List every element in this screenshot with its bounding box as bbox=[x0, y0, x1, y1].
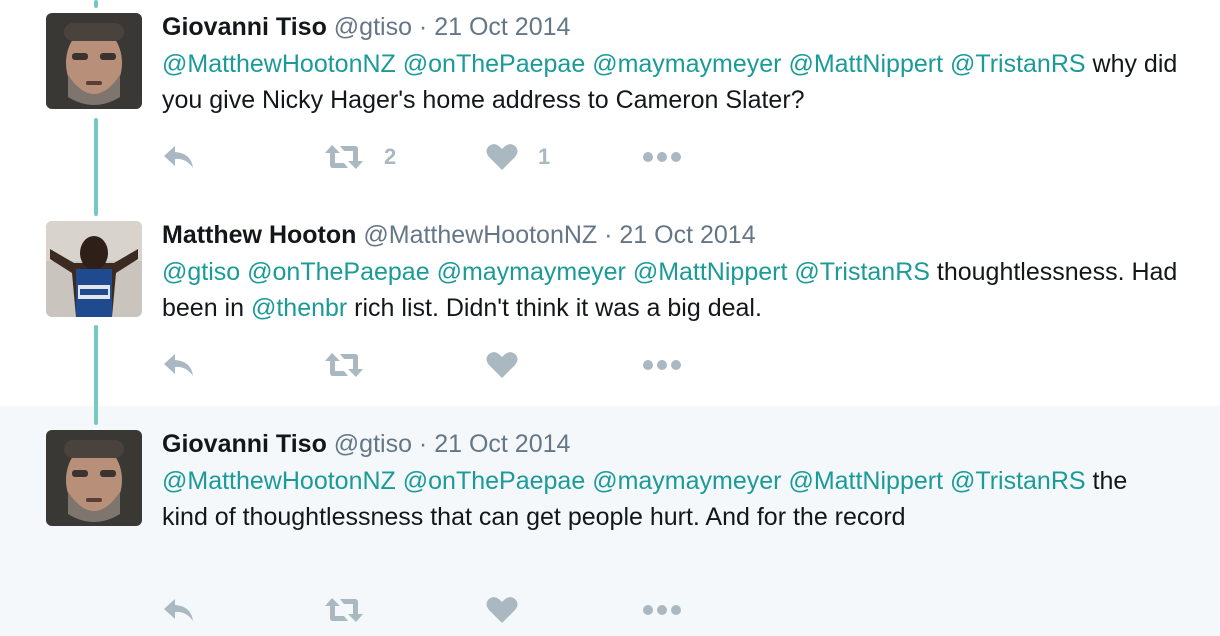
more-button[interactable] bbox=[642, 358, 682, 372]
user-handle[interactable]: @gtiso bbox=[334, 13, 412, 41]
avatar[interactable] bbox=[46, 430, 142, 526]
retweet-count: 2 bbox=[384, 144, 397, 169]
like-button[interactable]: 1 bbox=[486, 143, 642, 171]
conversation-thread: Giovanni Tiso @gtiso · 21 Oct 2014 @Matt… bbox=[0, 0, 1220, 636]
tweet-content: Giovanni Tiso @gtiso · 21 Oct 2014 @Matt… bbox=[162, 10, 1180, 118]
tweet-text-segment bbox=[943, 467, 950, 495]
mention-link[interactable]: @MattNippert bbox=[788, 50, 943, 78]
more-icon bbox=[642, 603, 682, 617]
tweet-actions bbox=[162, 593, 682, 627]
reply-button[interactable] bbox=[162, 351, 324, 379]
reply-button[interactable] bbox=[162, 596, 324, 624]
mention-link[interactable]: @TristanRS bbox=[950, 50, 1086, 78]
heart-icon bbox=[486, 351, 518, 379]
tweet-date[interactable]: 21 Oct 2014 bbox=[619, 221, 755, 249]
heart-icon bbox=[486, 143, 518, 171]
reply-button[interactable] bbox=[162, 143, 324, 171]
user-handle[interactable]: @MatthewHootonNZ bbox=[363, 221, 597, 249]
separator: · bbox=[411, 13, 435, 41]
tweet-text-segment bbox=[626, 258, 633, 286]
mention-link[interactable]: @thenbr bbox=[251, 294, 347, 322]
mention-link[interactable]: @onThePaepae bbox=[247, 258, 429, 286]
user-handle[interactable]: @gtiso bbox=[334, 430, 412, 458]
separator: · bbox=[597, 221, 620, 249]
thread-connector bbox=[94, 0, 98, 8]
separator: · bbox=[411, 430, 435, 458]
mention-link[interactable]: @maymaymeyer bbox=[592, 467, 781, 495]
tweet-text-segment bbox=[396, 467, 403, 495]
mention-link[interactable]: @onThePaepae bbox=[403, 467, 585, 495]
tweet-actions: 2 1 bbox=[162, 140, 682, 174]
tweet-header: Giovanni Tiso @gtiso · 21 Oct 2014 bbox=[162, 10, 1180, 44]
mention-link[interactable]: @gtiso bbox=[162, 258, 240, 286]
mention-link[interactable]: @TristanRS bbox=[950, 467, 1086, 495]
tweet-header: Matthew Hooton @MatthewHootonNZ · 21 Oct… bbox=[162, 218, 1180, 252]
tweet-actions bbox=[162, 348, 682, 382]
tweet-date[interactable]: 21 Oct 2014 bbox=[434, 430, 570, 458]
retweet-button[interactable] bbox=[324, 596, 486, 624]
tweet-text-segment bbox=[430, 258, 437, 286]
mention-link[interactable]: @MatthewHootonNZ bbox=[162, 467, 396, 495]
more-icon bbox=[642, 358, 682, 372]
retweet-icon bbox=[324, 596, 364, 624]
avatar[interactable] bbox=[46, 13, 142, 109]
tweet-content: Matthew Hooton @MatthewHootonNZ · 21 Oct… bbox=[162, 218, 1180, 326]
mention-link[interactable]: @onThePaepae bbox=[403, 50, 585, 78]
tweet-text: @MatthewHootonNZ @onThePaepae @maymaymey… bbox=[162, 463, 1180, 535]
more-button[interactable] bbox=[642, 603, 682, 617]
retweet-icon bbox=[324, 143, 364, 171]
user-name[interactable]: Matthew Hooton bbox=[162, 221, 356, 249]
tweet-content: Giovanni Tiso @gtiso · 21 Oct 2014 @Matt… bbox=[162, 427, 1180, 535]
tweet-date[interactable]: 21 Oct 2014 bbox=[434, 13, 570, 41]
retweet-button[interactable] bbox=[324, 351, 486, 379]
mention-link[interactable]: @maymaymeyer bbox=[592, 50, 781, 78]
like-count: 1 bbox=[538, 144, 551, 169]
tweet[interactable]: Giovanni Tiso @gtiso · 21 Oct 2014 @Matt… bbox=[0, 406, 1220, 636]
tweet-text: @gtiso @onThePaepae @maymaymeyer @MattNi… bbox=[162, 254, 1180, 326]
mention-link[interactable]: @TristanRS bbox=[794, 258, 930, 286]
like-button[interactable] bbox=[486, 351, 642, 379]
tweet-header: Giovanni Tiso @gtiso · 21 Oct 2014 bbox=[162, 427, 1180, 461]
retweet-button[interactable]: 2 bbox=[324, 143, 486, 171]
more-button[interactable] bbox=[642, 150, 682, 164]
mention-link[interactable]: @maymaymeyer bbox=[437, 258, 626, 286]
tweet[interactable]: Matthew Hooton @MatthewHootonNZ · 21 Oct… bbox=[0, 206, 1220, 406]
mention-link[interactable]: @MattNippert bbox=[633, 258, 788, 286]
more-icon bbox=[642, 150, 682, 164]
tweet-text-segment bbox=[943, 50, 950, 78]
reply-icon bbox=[162, 351, 196, 379]
tweet[interactable]: Giovanni Tiso @gtiso · 21 Oct 2014 @Matt… bbox=[0, 0, 1220, 206]
tweet-text-segment bbox=[396, 50, 403, 78]
heart-icon bbox=[486, 596, 518, 624]
thread-connector bbox=[94, 118, 98, 216]
avatar[interactable] bbox=[46, 221, 142, 317]
user-name[interactable]: Giovanni Tiso bbox=[162, 430, 327, 458]
reply-icon bbox=[162, 596, 196, 624]
reply-icon bbox=[162, 143, 196, 171]
mention-link[interactable]: @MatthewHootonNZ bbox=[162, 50, 396, 78]
tweet-text-segment: rich list. Didn't think it was a big dea… bbox=[347, 294, 762, 322]
like-button[interactable] bbox=[486, 596, 642, 624]
tweet-text: @MatthewHootonNZ @onThePaepae @maymaymey… bbox=[162, 46, 1180, 118]
user-name[interactable]: Giovanni Tiso bbox=[162, 13, 327, 41]
mention-link[interactable]: @MattNippert bbox=[788, 467, 943, 495]
thread-connector bbox=[94, 325, 98, 425]
retweet-icon bbox=[324, 351, 364, 379]
